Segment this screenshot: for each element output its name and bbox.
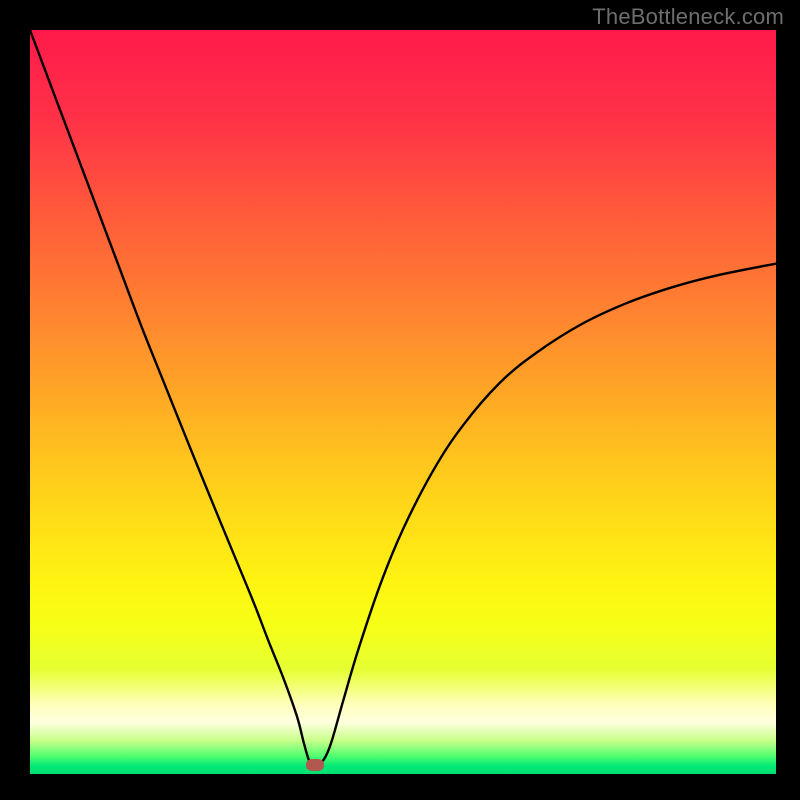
watermark-text: TheBottleneck.com xyxy=(592,4,784,30)
chart-stage: TheBottleneck.com xyxy=(0,0,800,800)
bottleneck-curve xyxy=(30,30,776,765)
curve-layer xyxy=(30,30,776,774)
plot-area xyxy=(30,30,776,774)
minimum-marker xyxy=(306,759,324,771)
